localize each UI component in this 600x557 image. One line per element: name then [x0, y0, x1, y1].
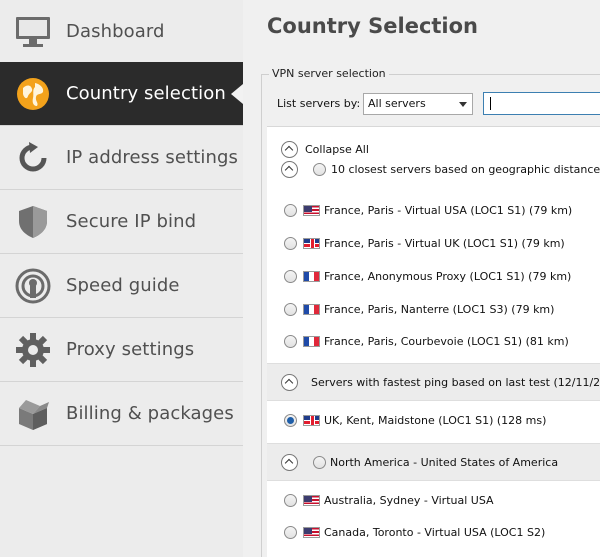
search-input[interactable] [483, 92, 600, 115]
sidebar-item-country-selection[interactable]: Country selection [0, 62, 243, 126]
active-indicator [231, 84, 243, 104]
text-cursor [490, 97, 491, 110]
select-value: All servers [368, 97, 426, 110]
sidebar-item-label: Speed guide [66, 275, 180, 296]
shield-icon [14, 204, 52, 240]
usa-flag-icon [303, 527, 320, 538]
group-toggle-icon[interactable] [281, 161, 298, 178]
group-radio[interactable] [313, 456, 326, 469]
sidebar-item-billing-packages[interactable]: Billing & packages [0, 382, 243, 446]
group-toggle-icon[interactable] [281, 374, 298, 391]
box-icon [14, 396, 52, 432]
server-radio[interactable] [284, 494, 297, 507]
signal-icon [14, 268, 52, 304]
group-title: 10 closest servers based on geographic d… [331, 163, 600, 176]
server-radio-selected[interactable] [284, 414, 297, 427]
server-label[interactable]: France, Paris - Virtual UK (LOC1 S1) (79… [324, 237, 565, 250]
refresh-icon [14, 140, 52, 176]
sidebar-item-label: IP address settings [66, 147, 239, 168]
sidebar-item-label: Secure IP bind [66, 211, 197, 232]
gear-icon [14, 332, 52, 368]
server-label[interactable]: France, Paris, Courbevoie (LOC1 S1) (81 … [324, 335, 569, 348]
collapse-all-icon[interactable] [281, 141, 298, 158]
server-radio[interactable] [284, 204, 297, 217]
chevron-down-icon [459, 102, 467, 107]
usa-flag-icon [303, 495, 320, 506]
server-radio[interactable] [284, 526, 297, 539]
server-label[interactable]: Australia, Sydney - Virtual USA [324, 494, 494, 507]
server-radio[interactable] [284, 237, 297, 250]
list-servers-select[interactable]: All servers [363, 93, 473, 115]
france-flag-icon [303, 304, 320, 315]
group-title: Servers with fastest ping based on last … [311, 376, 600, 389]
sidebar: Dashboard Country selection IP address s… [0, 0, 243, 557]
france-flag-icon [303, 271, 320, 282]
sidebar-item-proxy-settings[interactable]: Proxy settings [0, 318, 243, 382]
server-label[interactable]: France, Paris, Nanterre (LOC1 S3) (79 km… [324, 303, 554, 316]
usa-flag-icon [303, 205, 320, 216]
globe-icon [14, 76, 52, 112]
sidebar-item-label: Dashboard [66, 21, 165, 42]
server-label[interactable]: France, Paris - Virtual USA (LOC1 S1) (7… [324, 204, 572, 217]
groupbox-title: VPN server selection [269, 67, 389, 80]
server-radio[interactable] [284, 270, 297, 283]
sidebar-item-ip-address-settings[interactable]: IP address settings [0, 126, 243, 190]
group-radio[interactable] [313, 163, 326, 176]
server-label[interactable]: UK, Kent, Maidstone (LOC1 S1) (128 ms) [324, 414, 546, 427]
france-flag-icon [303, 336, 320, 347]
server-radio[interactable] [284, 335, 297, 348]
sidebar-item-label: Proxy settings [66, 339, 195, 360]
server-label[interactable]: France, Anonymous Proxy (LOC1 S1) (79 km… [324, 270, 571, 283]
sidebar-item-label: Billing & packages [66, 403, 234, 424]
sidebar-item-dashboard[interactable]: Dashboard [0, 0, 243, 64]
sidebar-item-speed-guide[interactable]: Speed guide [0, 254, 243, 318]
group-toggle-icon[interactable] [281, 454, 298, 471]
uk-flag-icon [303, 238, 320, 249]
server-label[interactable]: Canada, Toronto - Virtual USA (LOC1 S2) [324, 526, 545, 539]
page-title: Country Selection [267, 14, 479, 38]
group-title: North America - United States of America [330, 456, 559, 469]
server-list[interactable]: Collapse All 10 closest servers based on… [267, 126, 600, 557]
filter-label: List servers by: [277, 97, 361, 110]
collapse-all-link[interactable]: Collapse All [305, 143, 369, 156]
uk-flag-icon [303, 415, 320, 426]
monitor-icon [14, 14, 52, 50]
sidebar-item-secure-ip-bind[interactable]: Secure IP bind [0, 190, 243, 254]
server-radio[interactable] [284, 303, 297, 316]
sidebar-item-label: Country selection [66, 83, 226, 104]
